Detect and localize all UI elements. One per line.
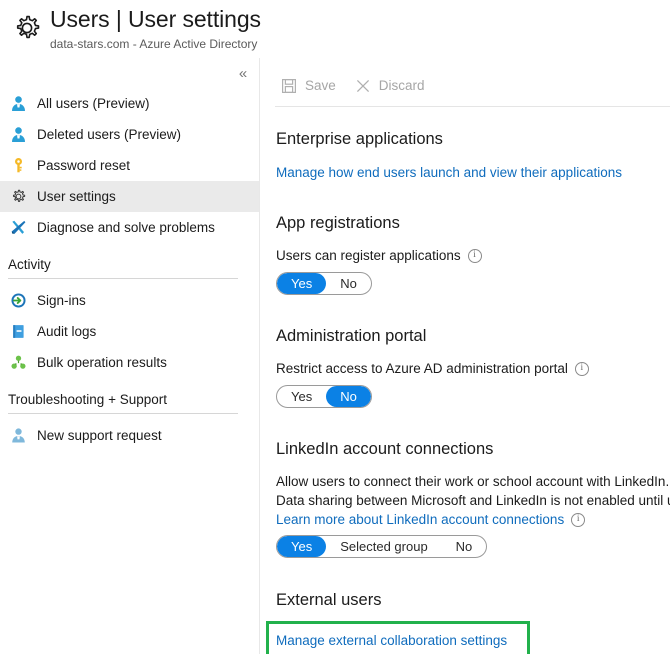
- sidebar-item-new-support-request[interactable]: New support request: [0, 420, 259, 451]
- support-person-icon: [8, 426, 28, 446]
- key-icon: [8, 156, 28, 176]
- linkedin-description-line-2: Data sharing between Microsoft and Linke…: [276, 491, 670, 510]
- divider: [8, 278, 238, 279]
- users-can-register-applications-label: Users can register applications i: [276, 246, 670, 265]
- close-x-icon: [354, 77, 372, 95]
- gear-icon: [8, 187, 28, 207]
- user-icon: [8, 125, 28, 145]
- discard-label: Discard: [379, 77, 425, 95]
- sidebar-item-user-settings[interactable]: User settings: [0, 181, 259, 212]
- sidebar-item-label: Bulk operation results: [37, 354, 167, 372]
- page-header: Users | User settings data-stars.com - A…: [0, 0, 670, 58]
- bulk-operations-icon: [8, 353, 28, 373]
- manage-end-user-launch-link[interactable]: Manage how end users launch and view the…: [276, 165, 622, 180]
- toggle-option-selected-group[interactable]: Selected group: [326, 536, 441, 557]
- toggle-option-no[interactable]: No: [326, 386, 371, 407]
- sidebar-item-label: Deleted users (Preview): [37, 126, 181, 144]
- user-icon: [8, 94, 28, 114]
- field-label-text: Users can register applications: [276, 246, 461, 265]
- sidebar-item-label: Audit logs: [37, 323, 96, 341]
- page-title: Users | User settings: [50, 4, 261, 34]
- save-label: Save: [305, 77, 336, 95]
- users-can-register-applications-toggle[interactable]: Yes No: [276, 272, 372, 295]
- section-administration-portal: Administration portal Restrict access to…: [276, 325, 670, 408]
- section-heading: App registrations: [276, 212, 670, 234]
- sidebar-item-label: Password reset: [37, 157, 130, 175]
- restrict-access-admin-portal-label: Restrict access to Azure AD administrati…: [276, 359, 670, 378]
- section-heading: LinkedIn account connections: [276, 438, 670, 460]
- collapse-panel-button[interactable]: «: [232, 62, 254, 84]
- sidebar-nav: All users (Preview) Deleted users (Previ…: [0, 88, 259, 451]
- section-heading: External users: [276, 589, 670, 611]
- sidebar-item-password-reset[interactable]: Password reset: [0, 150, 259, 181]
- toggle-option-yes[interactable]: Yes: [277, 273, 326, 294]
- sidebar-section-activity: Activity: [0, 257, 259, 279]
- toggle-option-no[interactable]: No: [442, 536, 487, 557]
- section-enterprise-applications: Enterprise applications Manage how end u…: [276, 128, 670, 182]
- sidebar-item-deleted-users[interactable]: Deleted users (Preview): [0, 119, 259, 150]
- sidebar-item-audit-logs[interactable]: Audit logs: [0, 316, 259, 347]
- sidebar-item-diagnose-and-solve-problems[interactable]: Diagnose and solve problems: [0, 212, 259, 243]
- info-icon[interactable]: i: [468, 249, 482, 263]
- main-panel: Save Discard Enterprise applications Man…: [259, 58, 670, 654]
- save-button[interactable]: Save: [280, 72, 336, 100]
- linkedin-learn-more-row: Learn more about LinkedIn account connec…: [276, 510, 670, 529]
- toolbar-divider: [275, 106, 670, 107]
- sidebar-section-troubleshooting-support: Troubleshooting + Support: [0, 392, 259, 414]
- toggle-option-yes[interactable]: Yes: [277, 536, 326, 557]
- toggle-option-yes[interactable]: Yes: [277, 386, 326, 407]
- settings-content: Enterprise applications Manage how end u…: [259, 114, 670, 654]
- title-block: Users | User settings data-stars.com - A…: [50, 4, 261, 52]
- discard-button[interactable]: Discard: [354, 72, 425, 100]
- sign-in-icon: [8, 291, 28, 311]
- sidebar-item-label: Sign-ins: [37, 292, 86, 310]
- sidebar-item-sign-ins[interactable]: Sign-ins: [0, 285, 259, 316]
- sidebar-item-all-users[interactable]: All users (Preview): [0, 88, 259, 119]
- gear-icon: [10, 11, 44, 45]
- section-heading: Administration portal: [276, 325, 670, 347]
- sidebar-item-label: New support request: [37, 427, 162, 445]
- toggle-option-no[interactable]: No: [326, 273, 371, 294]
- user-settings-page: Users | User settings data-stars.com - A…: [0, 0, 670, 654]
- sidebar-item-label: All users (Preview): [37, 95, 150, 113]
- sidebar-section-title: Troubleshooting + Support: [8, 392, 239, 413]
- highlight-box: Manage external collaboration settings: [266, 621, 530, 654]
- sidebar-item-label: User settings: [37, 188, 116, 206]
- sidebar-item-bulk-operation-results[interactable]: Bulk operation results: [0, 347, 259, 378]
- sidebar-item-label: Diagnose and solve problems: [37, 219, 215, 237]
- divider: [8, 413, 238, 414]
- command-toolbar: Save Discard: [259, 70, 443, 102]
- restrict-access-admin-portal-toggle[interactable]: Yes No: [276, 385, 372, 408]
- section-linkedin-account-connections: LinkedIn account connections Allow users…: [276, 438, 670, 558]
- book-icon: [8, 322, 28, 342]
- section-app-registrations: App registrations Users can register app…: [276, 212, 670, 295]
- learn-more-linkedin-link[interactable]: Learn more about LinkedIn account connec…: [276, 510, 564, 529]
- sidebar-section-title: Activity: [8, 257, 239, 278]
- info-icon[interactable]: i: [575, 362, 589, 376]
- section-heading: Enterprise applications: [276, 128, 670, 150]
- field-label-text: Restrict access to Azure AD administrati…: [276, 359, 568, 378]
- linkedin-description-line-1: Allow users to connect their work or sch…: [276, 472, 670, 491]
- wrench-screwdriver-icon: [8, 218, 28, 238]
- info-icon[interactable]: i: [571, 513, 585, 527]
- page-subtitle: data-stars.com - Azure Active Directory: [50, 36, 261, 52]
- linkedin-account-connections-toggle[interactable]: Yes Selected group No: [276, 535, 487, 558]
- section-external-users: External users Manage external collabora…: [276, 589, 670, 654]
- manage-external-collaboration-settings-link[interactable]: Manage external collaboration settings: [276, 633, 507, 648]
- save-disk-icon: [280, 77, 298, 95]
